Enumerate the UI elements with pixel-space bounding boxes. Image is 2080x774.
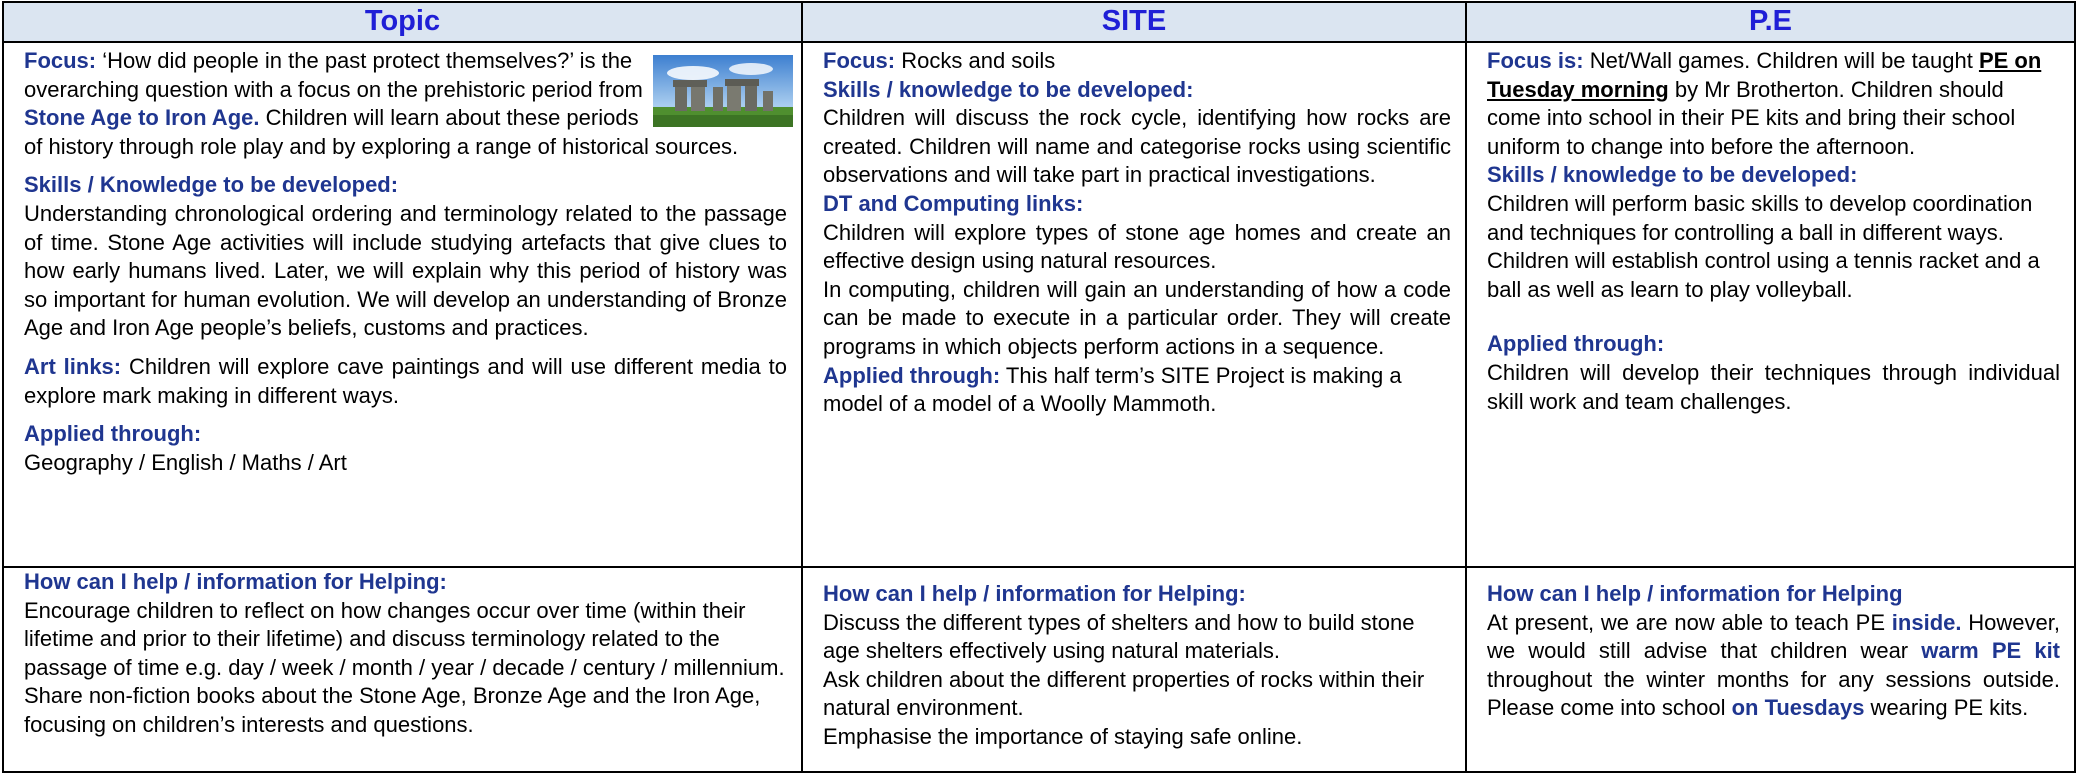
site-applied: Applied through: This half term’s SITE P… (823, 362, 1402, 417)
site-dt-text-1: Children will explore types of stone age… (823, 219, 1451, 274)
help-topic-text-1: Encourage children to reflect on how cha… (24, 597, 785, 680)
site-cell: Focus: Rocks and soils Skills / knowledg… (801, 41, 1467, 568)
pe-skills-heading: Skills / knowledge to be developed: (1487, 162, 1858, 188)
topic-cell: Focus: ‘How did people in the past prote… (2, 41, 803, 568)
topic-art-links: Art links: Children will explore cave pa… (24, 353, 787, 408)
help-site-cell: How can I help / information for Helping… (801, 566, 1467, 773)
pe-applied-heading: Applied through: (1487, 331, 1665, 357)
header-site: SITE (801, 1, 1467, 43)
help-pe-text: At present, we are now able to teach PE … (1487, 609, 2061, 721)
help-site-text-2: Ask children about the different propert… (823, 666, 1425, 721)
help-topic-heading: How can I help / information for Helping… (24, 569, 447, 594)
header-pe: P.E (1465, 1, 2076, 43)
pe-skills-text: Children will perform basic skills to de… (1487, 190, 2040, 302)
help-topic-text-2: Share non-fiction books about the Stone … (24, 683, 761, 737)
topic-applied-text: Geography / English / Maths / Art (24, 449, 347, 475)
site-dt-text-2: In computing, children will gain an unde… (823, 276, 1451, 359)
stonehenge-photo (653, 55, 793, 127)
help-site-text-1: Discuss the different types of shelters … (823, 609, 1415, 664)
help-pe-cell: How can I help / information for Helping… (1465, 566, 2076, 773)
curriculum-table: Topic SITE P.E Focus: ‘How did people in… (2, 1, 2076, 773)
help-site-heading: How can I help / information for Helping… (823, 581, 1246, 606)
topic-skills-text: Understanding chronological ordering and… (24, 200, 787, 341)
site-dt-heading: DT and Computing links: (823, 190, 1084, 216)
site-focus: Focus: Rocks and soils (823, 48, 1056, 73)
pe-cell: Focus is: Net/Wall games. Children will … (1465, 41, 2076, 568)
topic-skills-heading: Skills / Knowledge to be developed: (24, 172, 399, 198)
help-site-text-3: Emphasise the importance of staying safe… (823, 723, 1303, 749)
pe-focus: Focus is: Net/Wall games. Children will … (1487, 48, 2042, 159)
site-skills-heading: Skills / knowledge to be developed: (823, 76, 1194, 102)
help-topic-cell: How can I help / information for Helping… (2, 566, 803, 773)
pe-applied-text: Children will develop their techniques t… (1487, 359, 2060, 414)
topic-applied-heading: Applied through: (24, 421, 202, 447)
site-skills-text: Children will discuss the rock cycle, id… (823, 105, 1451, 188)
header-topic: Topic (2, 1, 803, 43)
help-pe-heading: How can I help / information for Helping (1487, 581, 1903, 606)
